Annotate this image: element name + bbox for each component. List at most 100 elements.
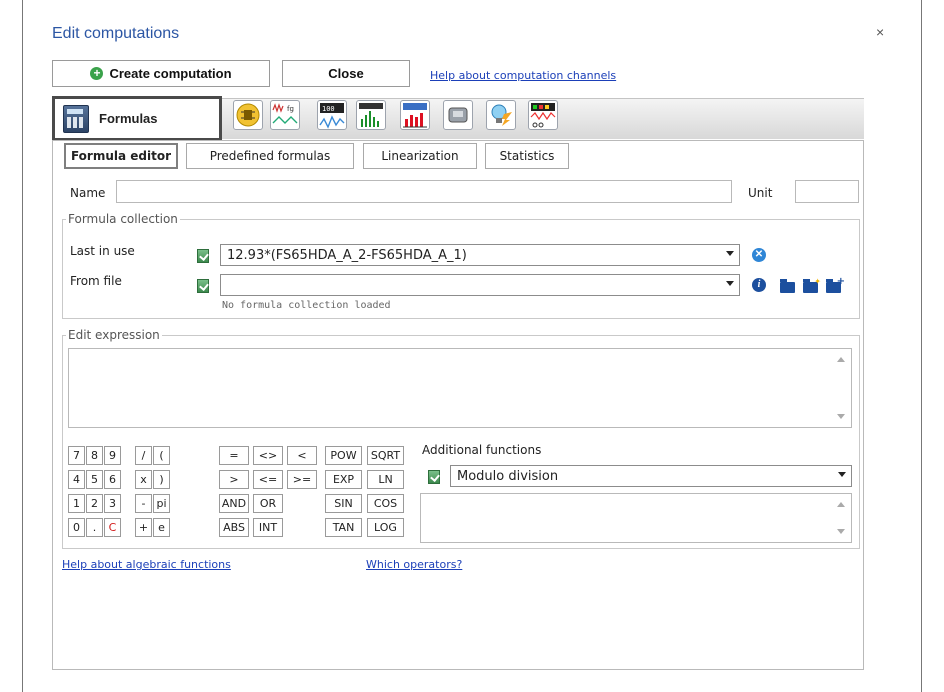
keypad-key[interactable]: 6 (104, 470, 121, 489)
keypad-key[interactable]: SIN (325, 494, 362, 513)
oscilloscope-icon[interactable] (528, 100, 558, 130)
keypad-key[interactable]: < (287, 446, 317, 465)
additional-functions-label: Additional functions (422, 443, 542, 457)
svg-text:100: 100 (322, 105, 335, 113)
formula-collection-legend: Formula collection (66, 212, 180, 226)
keypad-key[interactable]: + (135, 518, 152, 537)
cartridge-icon[interactable] (443, 100, 473, 130)
last-in-use-check-icon[interactable] (197, 249, 209, 263)
keypad-key[interactable]: 1 (68, 494, 85, 513)
close-dialog-icon[interactable]: × (876, 24, 884, 40)
formula-collection-group (62, 219, 860, 319)
chevron-down-icon (726, 281, 734, 286)
keypad-key[interactable]: 3 (104, 494, 121, 513)
wiring-icon[interactable] (233, 100, 263, 130)
calculator-icon (63, 104, 89, 133)
keypad-key[interactable]: 7 (68, 446, 85, 465)
keypad-key[interactable]: e (153, 518, 170, 537)
idea-bulb-icon[interactable] (486, 100, 516, 130)
keypad-key[interactable]: SQRT (367, 446, 404, 465)
scroll-up-icon[interactable] (837, 502, 845, 507)
keypad-key[interactable]: 0 (68, 518, 85, 537)
name-label: Name (70, 186, 106, 200)
keypad-key[interactable]: pi (153, 494, 170, 513)
keypad-key[interactable]: INT (253, 518, 283, 537)
last-in-use-label: Last in use (70, 244, 135, 258)
chevron-down-icon (726, 251, 734, 256)
chevron-down-icon (838, 472, 846, 477)
close-button-label: Close (328, 66, 364, 81)
last-in-use-select[interactable]: 12.93*(FS65HDA_A_2-FS65HDA_A_1) (220, 244, 740, 266)
from-file-select[interactable] (220, 274, 740, 296)
close-button[interactable]: Close (282, 60, 410, 87)
keypad-key[interactable]: 2 (86, 494, 103, 513)
from-file-check-icon[interactable] (197, 279, 209, 293)
keypad-key[interactable]: C (104, 518, 121, 537)
tab-formulas[interactable]: Formulas (52, 96, 222, 141)
star-icon: ✦ (814, 277, 821, 286)
help-algebraic-functions-link[interactable]: Help about algebraic functions (62, 558, 231, 571)
keypad-key[interactable]: ( (153, 446, 170, 465)
unit-label: Unit (748, 186, 773, 200)
keypad-key[interactable]: 8 (86, 446, 103, 465)
keypad-key[interactable]: / (135, 446, 152, 465)
keypad-key[interactable]: OR (253, 494, 283, 513)
edit-expression-legend: Edit expression (66, 328, 162, 342)
keypad-key[interactable]: 5 (86, 470, 103, 489)
keypad-key[interactable]: <> (253, 446, 283, 465)
keypad-key[interactable]: TAN (325, 518, 362, 537)
keypad-key[interactable]: <= (253, 470, 283, 489)
new-file-icon[interactable]: ✦ (803, 277, 821, 293)
which-operators-link[interactable]: Which operators? (366, 558, 462, 571)
tab-linearization[interactable]: Linearization (363, 143, 477, 169)
create-computation-label: Create computation (109, 66, 232, 81)
keypad-key[interactable]: LN (367, 470, 404, 489)
add-file-icon[interactable]: + (826, 276, 845, 293)
help-computation-channels-link[interactable]: Help about computation channels (430, 69, 616, 82)
keypad-key[interactable]: ABS (219, 518, 249, 537)
keypad-key[interactable]: LOG (367, 518, 404, 537)
keypad-key[interactable]: POW (325, 446, 362, 465)
add-circle-icon: + (90, 67, 104, 80)
additional-functions-check-icon[interactable] (428, 470, 440, 484)
digital-display-icon[interactable]: 100 (317, 100, 347, 130)
keypad-key[interactable]: ) (153, 470, 170, 489)
expression-textarea[interactable] (68, 348, 852, 428)
unit-input[interactable] (795, 180, 859, 203)
keypad-key[interactable]: . (86, 518, 103, 537)
keypad-key[interactable]: 4 (68, 470, 85, 489)
tab-statistics[interactable]: Statistics (485, 143, 569, 169)
tab-formulas-label: Formulas (99, 111, 158, 126)
additional-functions-value: Modulo division (457, 468, 559, 484)
create-computation-button[interactable]: + Create computation (52, 60, 270, 87)
from-file-label: From file (70, 274, 122, 288)
signal-fg-icon[interactable]: fg (270, 100, 300, 130)
open-folder-icon[interactable] (780, 279, 795, 293)
scroll-up-icon[interactable] (837, 357, 845, 362)
keypad-key[interactable]: 9 (104, 446, 121, 465)
additional-functions-select[interactable]: Modulo division (450, 465, 852, 487)
info-icon[interactable]: i (752, 278, 766, 292)
bar-graph-icon[interactable] (356, 100, 386, 130)
keypad-key[interactable]: x (135, 470, 152, 489)
bar-level-icon[interactable] (400, 100, 430, 130)
name-input[interactable] (116, 180, 732, 203)
keypad-key[interactable]: = (219, 446, 249, 465)
keypad-key[interactable]: - (135, 494, 152, 513)
keypad-key[interactable]: >= (287, 470, 317, 489)
last-in-use-value: 12.93*(FS65HDA_A_2-FS65HDA_A_1) (227, 247, 467, 263)
keypad-key[interactable]: EXP (325, 470, 362, 489)
keypad-key[interactable]: COS (367, 494, 404, 513)
clear-icon[interactable]: ✕ (752, 248, 766, 262)
tab-formula-editor[interactable]: Formula editor (64, 143, 178, 169)
function-description-box (420, 493, 852, 543)
plus-icon: + (836, 276, 845, 287)
collection-status: No formula collection loaded (222, 300, 391, 311)
keypad-key[interactable]: AND (219, 494, 249, 513)
scroll-down-icon[interactable] (837, 529, 845, 534)
keypad-key[interactable]: > (219, 470, 249, 489)
svg-text:fg: fg (287, 105, 294, 113)
dialog-title: Edit computations (52, 25, 180, 42)
tab-predefined-formulas[interactable]: Predefined formulas (186, 143, 354, 169)
scroll-down-icon[interactable] (837, 414, 845, 419)
